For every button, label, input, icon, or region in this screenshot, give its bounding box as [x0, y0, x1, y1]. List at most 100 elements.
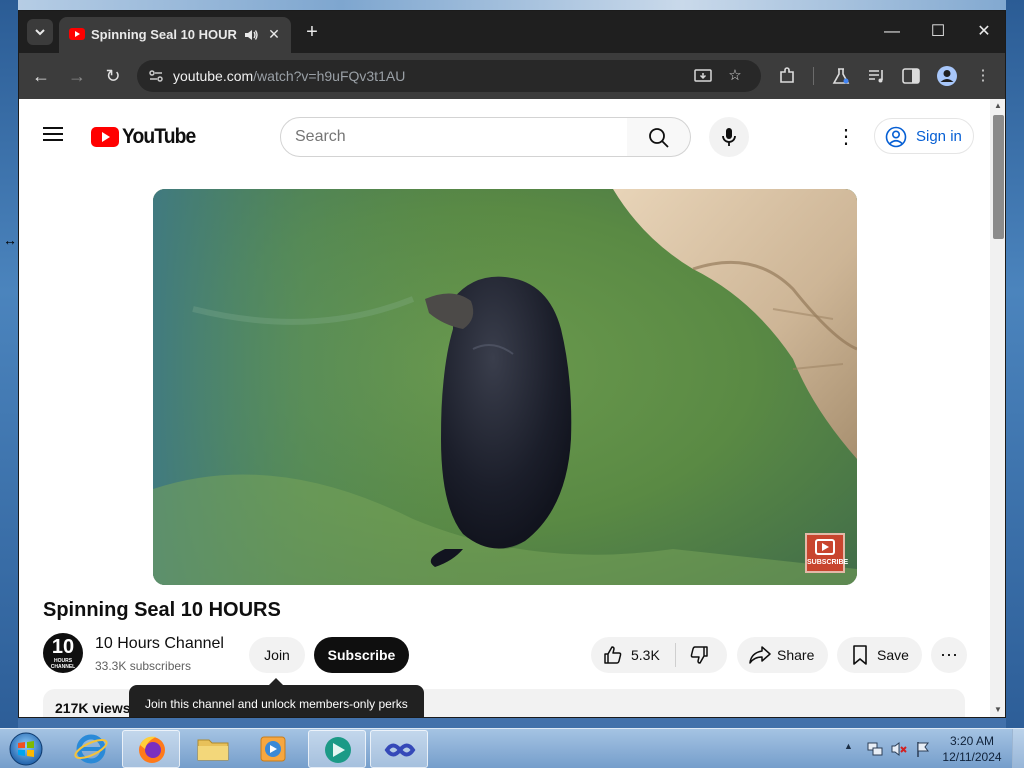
taskbar-blue-app[interactable] — [370, 730, 428, 768]
microphone-icon — [722, 128, 736, 146]
youtube-wordmark: YouTube — [122, 125, 196, 148]
media-controls-icon[interactable] — [866, 65, 888, 87]
browser-tab[interactable]: Spinning Seal 10 HOURS - ✕ — [59, 17, 291, 53]
resize-cursor-icon: ↔ — [3, 232, 17, 248]
join-button[interactable]: Join — [249, 637, 305, 673]
account-icon — [885, 126, 907, 148]
extensions-icon[interactable] — [776, 65, 798, 87]
search-icon — [649, 128, 669, 148]
channel-name[interactable]: 10 Hours Channel — [95, 635, 224, 653]
taskbar: ▲ 3:20 AM 12/11/2024 — [0, 728, 1024, 768]
side-panel-icon[interactable] — [900, 65, 922, 87]
more-actions-button[interactable]: ⋯ — [931, 637, 967, 673]
profile-avatar-icon[interactable] — [936, 65, 958, 87]
thumbs-up-icon — [604, 646, 622, 664]
taskbar-firefox[interactable] — [122, 730, 180, 768]
tab-search-button[interactable] — [27, 19, 53, 45]
settings-more-button[interactable]: ⋮ — [835, 125, 857, 149]
youtube-play-icon — [91, 127, 119, 147]
channel-avatar-number: 10 — [51, 636, 75, 658]
labs-flask-icon[interactable] — [830, 65, 852, 87]
install-app-icon[interactable] — [693, 66, 713, 86]
save-button[interactable]: Save — [837, 637, 922, 673]
subscribe-watermark-label: SUBSCRIBE — [807, 559, 849, 566]
url-text[interactable]: youtube.com/watch?v=h9uFQv3t1AU — [173, 68, 405, 84]
video-title: Spinning Seal 10 HOURS — [43, 599, 281, 621]
bookmark-icon — [853, 645, 867, 665]
video-player[interactable]: SUBSCRIBE — [153, 189, 857, 585]
page-scrollbar[interactable]: ▲ ▼ — [990, 99, 1005, 717]
desktop-background-right — [1006, 0, 1024, 728]
toolbar-divider — [813, 67, 814, 85]
green-play-icon — [325, 737, 351, 763]
speaker-muted-icon[interactable] — [890, 740, 908, 758]
video-frame — [153, 189, 857, 585]
like-dislike-group: 5.3K — [591, 637, 727, 673]
browser-titlebar: Spinning Seal 10 HOURS - ✕ + — ☐ ✕ — [19, 11, 1005, 53]
network-icon[interactable] — [866, 740, 884, 758]
desktop-background-top — [0, 0, 1024, 10]
start-button[interactable] — [6, 731, 46, 767]
close-window-button[interactable]: ✕ — [969, 19, 999, 45]
taskbar-media-player[interactable] — [244, 730, 302, 768]
url-path: /watch?v=h9uFQv3t1AU — [253, 68, 406, 84]
scroll-down-arrow-icon[interactable]: ▼ — [994, 705, 1002, 714]
show-hidden-icons-icon[interactable]: ▲ — [844, 741, 853, 751]
show-desktop-button[interactable] — [1012, 729, 1024, 768]
taskbar-internet-explorer[interactable] — [62, 730, 120, 768]
sign-in-label: Sign in — [916, 128, 962, 145]
guide-menu-icon[interactable] — [43, 125, 65, 143]
share-icon — [749, 646, 771, 664]
new-tab-button[interactable]: + — [301, 21, 323, 43]
maximize-button[interactable]: ☐ — [923, 19, 953, 45]
browser-toolbar: ← → ↻ youtube.com/watch?v=h9uFQv3t1AU ☆ — [19, 53, 1005, 99]
share-button[interactable]: Share — [737, 637, 828, 673]
subscriber-count: 33.3K subscribers — [95, 659, 192, 673]
media-player-icon — [260, 736, 286, 762]
scroll-up-arrow-icon[interactable]: ▲ — [994, 101, 1002, 110]
channel-avatar[interactable]: 10 HOURS CHANNEL — [43, 633, 83, 673]
dislike-button[interactable] — [677, 637, 725, 673]
speaker-icon[interactable] — [243, 27, 259, 43]
youtube-logo[interactable]: YouTube — [91, 125, 196, 148]
youtube-favicon-icon — [69, 28, 85, 40]
taskbar-green-app[interactable] — [308, 730, 366, 768]
join-tooltip-text: Join this channel and unlock members-onl… — [145, 697, 408, 711]
subscribe-button[interactable]: Subscribe — [314, 637, 409, 673]
search-input[interactable] — [295, 126, 615, 148]
like-count: 5.3K — [631, 647, 660, 663]
action-center-flag-icon[interactable] — [914, 740, 932, 758]
site-info-icon[interactable] — [147, 67, 165, 85]
windows-logo-icon — [9, 732, 43, 766]
browser-menu-icon[interactable]: ⋮ — [972, 65, 994, 87]
join-tooltip: Join this channel and unlock members-onl… — [129, 678, 424, 717]
forward-button[interactable]: → — [63, 62, 91, 90]
search-button[interactable] — [627, 117, 691, 157]
reload-button[interactable]: ↻ — [99, 62, 127, 90]
like-divider — [675, 643, 676, 667]
blue-infinity-icon — [384, 743, 416, 757]
scrollbar-thumb[interactable] — [993, 115, 1004, 239]
play-button-icon — [815, 539, 835, 555]
taskbar-file-explorer[interactable] — [184, 730, 242, 768]
address-bar[interactable]: youtube.com/watch?v=h9uFQv3t1AU ☆ — [137, 60, 761, 92]
url-host: youtube.com — [173, 68, 254, 84]
desktop-background-left — [0, 0, 18, 728]
subscribe-watermark[interactable]: SUBSCRIBE — [805, 533, 849, 573]
tab-title: Spinning Seal 10 HOURS - — [91, 27, 237, 42]
firefox-icon — [139, 736, 165, 763]
chevron-down-icon — [35, 29, 45, 36]
save-label: Save — [877, 647, 909, 663]
search-box — [280, 117, 628, 157]
clock-time[interactable]: 3:20 AM — [944, 734, 1000, 748]
minimize-button[interactable]: — — [877, 19, 907, 45]
back-button[interactable]: ← — [27, 62, 55, 90]
sign-in-button[interactable]: Sign in — [874, 118, 974, 154]
tab-close-icon[interactable]: ✕ — [265, 25, 283, 43]
view-count: 217K views — [55, 700, 131, 716]
like-button[interactable]: 5.3K — [591, 637, 675, 673]
bookmark-star-icon[interactable]: ☆ — [725, 66, 745, 86]
thumbs-down-icon — [690, 646, 708, 664]
clock-date[interactable]: 12/11/2024 — [940, 750, 1004, 764]
voice-search-button[interactable] — [709, 117, 749, 157]
